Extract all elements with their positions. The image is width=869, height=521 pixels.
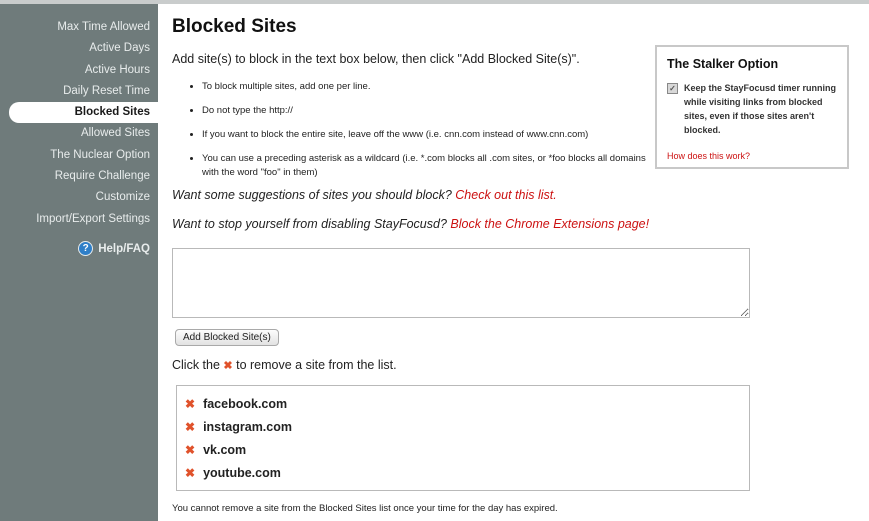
- list-item: ✖ youtube.com: [185, 461, 749, 484]
- how-does-this-work-link[interactable]: How does this work?: [667, 151, 837, 161]
- site-name: instagram.com: [203, 419, 292, 434]
- remove-site-icon[interactable]: ✖: [185, 397, 195, 411]
- sidebar-nav: Max Time Allowed Active Days Active Hour…: [0, 17, 158, 230]
- sidebar: Max Time Allowed Active Days Active Hour…: [0, 4, 158, 521]
- site-name: youtube.com: [203, 465, 281, 480]
- site-name: vk.com: [203, 442, 247, 457]
- chrome-extensions-line: Want to stop yourself from disabling Sta…: [172, 217, 649, 231]
- suggestions-link[interactable]: Check out this list.: [455, 188, 556, 202]
- sidebar-item-daily-reset-time[interactable]: Daily Reset Time: [0, 81, 158, 102]
- remove-instruction-after: to remove a site from the list.: [236, 358, 397, 372]
- question-circle-icon: ?: [78, 241, 94, 256]
- blocked-sites-list: ✖ facebook.com ✖ instagram.com ✖ vk.com …: [176, 385, 750, 491]
- list-item: ✖ vk.com: [185, 438, 749, 461]
- site-name: facebook.com: [203, 396, 288, 411]
- instruction-item: Do not type the http://: [202, 104, 662, 118]
- instructions-list: To block multiple sites, add one per lin…: [186, 80, 662, 190]
- stalker-checkbox[interactable]: ✓: [667, 83, 678, 94]
- instruction-item: You can use a preceding asterisk as a wi…: [202, 152, 662, 180]
- list-item: ✖ facebook.com: [185, 392, 749, 415]
- sidebar-item-nuclear-option[interactable]: The Nuclear Option: [0, 145, 158, 166]
- sidebar-item-blocked-sites[interactable]: Blocked Sites: [9, 102, 158, 124]
- remove-site-icon[interactable]: ✖: [185, 420, 195, 434]
- sidebar-item-allowed-sites[interactable]: Allowed Sites: [0, 123, 158, 144]
- help-faq-link[interactable]: ? Help/FAQ: [78, 241, 150, 256]
- remove-site-icon[interactable]: ✖: [185, 443, 195, 457]
- suggestions-text: Want some suggestions of sites you shoul…: [172, 188, 452, 202]
- help-faq-label: Help/FAQ: [98, 242, 150, 255]
- remove-site-icon[interactable]: ✖: [185, 466, 195, 480]
- remove-x-icon: ✖: [223, 360, 233, 372]
- sidebar-item-import-export[interactable]: Import/Export Settings: [0, 209, 158, 230]
- remove-instruction: Click the ✖ to remove a site from the li…: [172, 358, 397, 372]
- sidebar-item-max-time-allowed[interactable]: Max Time Allowed: [0, 17, 158, 38]
- chrome-extensions-text: Want to stop yourself from disabling Sta…: [172, 217, 447, 231]
- intro-text: Add site(s) to block in the text box bel…: [172, 52, 580, 66]
- blocked-sites-textbox[interactable]: [172, 248, 750, 318]
- sidebar-item-active-hours[interactable]: Active Hours: [0, 60, 158, 81]
- instruction-item: To block multiple sites, add one per lin…: [202, 80, 662, 94]
- sidebar-item-require-challenge[interactable]: Require Challenge: [0, 166, 158, 187]
- sidebar-item-customize[interactable]: Customize: [0, 187, 158, 208]
- sidebar-item-active-days[interactable]: Active Days: [0, 38, 158, 59]
- footer-note: You cannot remove a site from the Blocke…: [172, 503, 558, 514]
- page-title: Blocked Sites: [172, 16, 297, 37]
- stalker-option-row: ✓ Keep the StayFocusd timer running whil…: [667, 81, 837, 137]
- list-item: ✖ instagram.com: [185, 415, 749, 438]
- stalker-option-panel: The Stalker Option ✓ Keep the StayFocusd…: [655, 45, 849, 169]
- block-chrome-extensions-link[interactable]: Block the Chrome Extensions page!: [450, 217, 649, 231]
- suggestions-line: Want some suggestions of sites you shoul…: [172, 188, 557, 202]
- add-blocked-sites-button[interactable]: Add Blocked Site(s): [175, 329, 279, 346]
- instruction-item: If you want to block the entire site, le…: [202, 128, 662, 142]
- stalker-option-title: The Stalker Option: [667, 57, 779, 71]
- stalker-checkbox-label: Keep the StayFocusd timer running while …: [684, 83, 837, 135]
- remove-instruction-before: Click the: [172, 358, 220, 372]
